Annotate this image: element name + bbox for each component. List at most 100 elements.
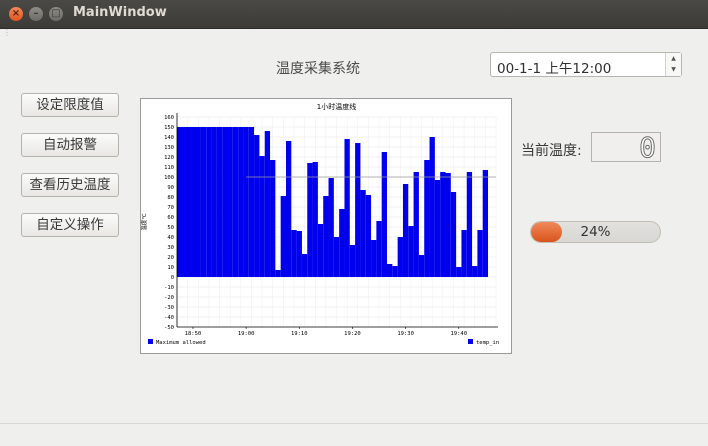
bar xyxy=(472,266,478,277)
maximize-icon[interactable]: □ xyxy=(49,7,63,21)
legend-swatch xyxy=(148,339,153,344)
chart-title: 1小时温度线 xyxy=(317,102,356,111)
bar xyxy=(429,137,435,277)
datetime-value[interactable]: 00-1-1 上午12:00 xyxy=(497,57,611,77)
x-tick-label: 19:20 xyxy=(344,331,361,337)
bar xyxy=(307,163,313,277)
y-tick-label: -50 xyxy=(164,325,174,331)
y-tick-label: 20 xyxy=(167,255,174,261)
legend-swatch xyxy=(468,339,473,344)
y-tick-label: 40 xyxy=(167,235,174,241)
y-tick-label: -20 xyxy=(164,295,174,301)
bar xyxy=(200,127,207,277)
y-tick-label: 30 xyxy=(167,245,174,251)
bar xyxy=(232,127,239,277)
minimize-icon[interactable]: – xyxy=(29,7,43,21)
toolbar-grip-icon[interactable]: ⋮ xyxy=(3,29,11,37)
y-tick-label: 140 xyxy=(164,135,174,141)
x-tick-label: 19:00 xyxy=(238,331,255,337)
bar xyxy=(445,173,451,277)
datetime-edit[interactable]: 00-1-1 上午12:00 ▲ ▼ xyxy=(490,52,682,77)
bar xyxy=(339,209,345,277)
bar xyxy=(206,127,212,277)
bar xyxy=(291,230,297,277)
y-tick-label: 120 xyxy=(164,155,174,161)
bar xyxy=(248,127,255,277)
bar xyxy=(227,127,233,277)
datetime-spin[interactable]: ▲ ▼ xyxy=(665,53,681,76)
y-tick-label: 130 xyxy=(164,145,174,151)
y-tick-label: 50 xyxy=(167,225,174,231)
bar xyxy=(211,127,217,277)
y-tick-label: 0 xyxy=(171,275,174,281)
bar xyxy=(450,192,457,277)
bar xyxy=(312,162,318,277)
bar xyxy=(408,226,414,277)
window-title: MainWindow xyxy=(73,5,167,20)
bar xyxy=(270,160,276,277)
bar xyxy=(434,180,441,277)
y-tick-label: 110 xyxy=(164,165,174,171)
bar xyxy=(413,172,419,277)
bar xyxy=(280,196,286,277)
bar xyxy=(317,224,324,277)
bar xyxy=(387,264,393,277)
x-tick-label: 18:50 xyxy=(185,331,202,337)
bar xyxy=(461,230,467,277)
bar xyxy=(323,196,329,277)
progress-bar: 24% xyxy=(530,221,661,243)
current-temp-lcd: 0 xyxy=(591,131,661,165)
auto-alarm-button[interactable]: 自动报警 xyxy=(21,133,119,157)
y-tick-label: 80 xyxy=(167,195,174,201)
bar xyxy=(243,127,249,277)
y-tick-label: 150 xyxy=(164,125,174,131)
bar xyxy=(381,152,388,277)
legend-label: Maximum allowed xyxy=(156,340,206,346)
bar xyxy=(285,141,292,277)
bar xyxy=(397,237,403,277)
current-temp-value: 0 xyxy=(639,131,657,165)
bar xyxy=(216,127,223,277)
bar xyxy=(477,230,483,277)
bar xyxy=(238,127,244,277)
bar xyxy=(355,143,361,277)
y-tick-label: 70 xyxy=(167,205,174,211)
bar xyxy=(259,156,265,277)
y-tick-label: 160 xyxy=(164,115,174,121)
bar xyxy=(301,254,308,277)
y-tick-label: 10 xyxy=(167,265,174,271)
bar xyxy=(365,195,372,277)
bar xyxy=(177,127,201,277)
close-icon[interactable]: × xyxy=(9,7,23,21)
bar xyxy=(360,190,366,277)
chart-canvas: 1小时温度线 -50 -40 -30 -20 -10 0 10 20 30 40 50 60 70 80 90… xyxy=(140,102,499,346)
current-temp-label: 当前温度: xyxy=(521,143,582,159)
y-tick-label: -10 xyxy=(164,285,174,291)
y-tick-label: 90 xyxy=(167,185,174,191)
x-tick-label: 19:40 xyxy=(451,331,468,337)
spin-down-icon[interactable]: ▼ xyxy=(666,64,681,75)
y-axis-label: 温度℃ xyxy=(141,213,148,230)
custom-operation-button[interactable]: 自定义操作 xyxy=(21,213,119,237)
bar xyxy=(222,127,228,277)
x-tick-label: 19:30 xyxy=(397,331,414,337)
bar xyxy=(456,267,462,277)
spin-up-icon[interactable]: ▲ xyxy=(666,53,681,64)
bar xyxy=(344,139,350,277)
legend-label: temp_in xyxy=(476,340,499,346)
bar xyxy=(402,184,409,277)
x-tick-label: 19:10 xyxy=(291,331,308,337)
bar xyxy=(424,160,430,277)
bar xyxy=(376,221,382,277)
bar xyxy=(328,178,334,277)
temperature-chart: 1小时温度线 -50 -40 -30 -20 -10 0 10 20 30 40 50 60 70 80 90… xyxy=(140,98,512,354)
bar xyxy=(333,237,340,277)
set-limit-button[interactable]: 设定限度值 xyxy=(21,93,119,117)
bar xyxy=(482,170,489,277)
bar xyxy=(440,172,446,277)
y-tick-label: -40 xyxy=(164,315,174,321)
bar xyxy=(371,240,377,277)
y-tick-label: -30 xyxy=(164,305,174,311)
history-temperature-button[interactable]: 查看历史温度 xyxy=(21,173,119,197)
y-tick-label: 60 xyxy=(167,215,174,221)
